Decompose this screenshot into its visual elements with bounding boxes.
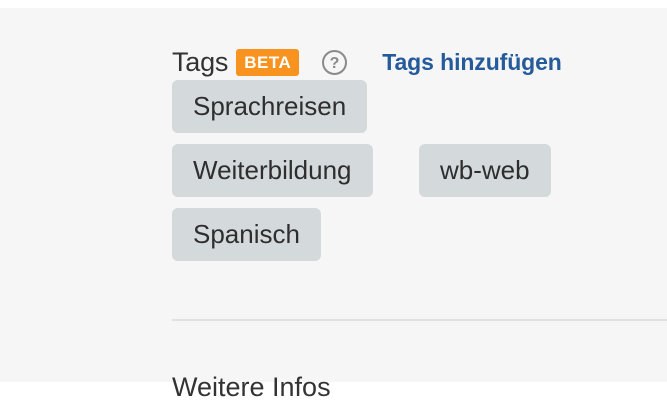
svg-text:?: ? [330, 55, 340, 72]
more-info-title: Weitere Infos [172, 372, 331, 402]
section-divider [172, 319, 667, 321]
tag-wb-web[interactable]: wb-web [419, 144, 551, 197]
tag-sprachreisen[interactable]: Sprachreisen [172, 80, 368, 133]
add-tags-link[interactable]: Tags hinzufügen [382, 49, 562, 76]
tags-title: Tags [172, 46, 229, 77]
question-circle-icon[interactable]: ? [321, 49, 348, 76]
tags-panel: Tags BETA ? Tags hinzufügen Sprachreisen… [0, 8, 667, 402]
tag-spanisch[interactable]: Spanisch [172, 208, 321, 261]
tags-header: Tags BETA ? Tags hinzufügen [172, 44, 562, 80]
tag-weiterbildung[interactable]: Weiterbildung [172, 144, 373, 197]
beta-badge: BETA [236, 48, 300, 76]
